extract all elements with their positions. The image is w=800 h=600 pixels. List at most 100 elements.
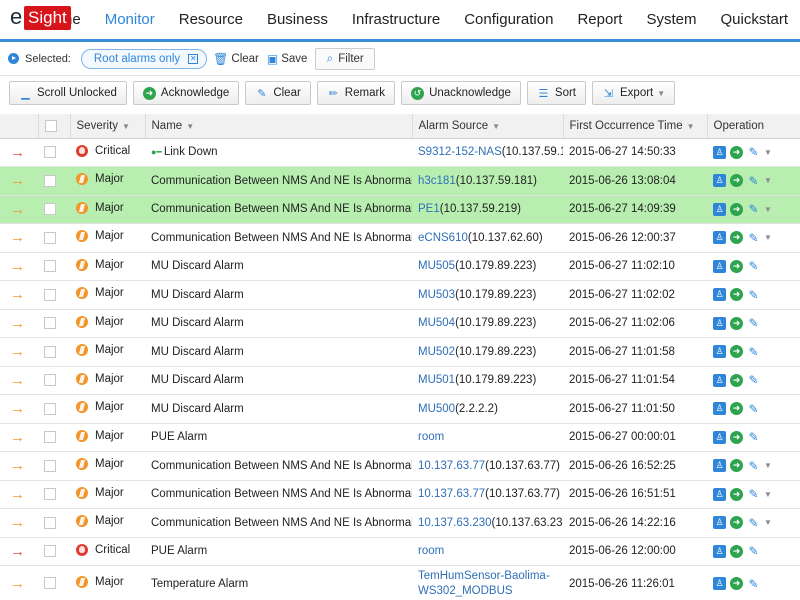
row-checkbox[interactable] <box>44 231 56 244</box>
alarm-table-container[interactable]: Severity ▼ Name ▼ Alarm Source ▼ First Occu… <box>0 114 800 600</box>
eraser-icon[interactable]: ✎ <box>747 259 760 273</box>
chevron-down-icon[interactable]: ▼ <box>764 516 772 529</box>
user-icon[interactable]: ♙ <box>713 259 726 273</box>
go-arrow-icon[interactable]: ➜ <box>730 259 743 273</box>
eraser-icon[interactable]: ✎ <box>747 487 760 501</box>
alarm-source-link[interactable]: S9312-152-NAS <box>418 146 502 158</box>
filter-chip-root-alarms[interactable]: Root alarms only ✕ <box>80 48 208 69</box>
row-checkbox[interactable] <box>44 288 56 301</box>
row-checkbox[interactable] <box>44 402 56 415</box>
acknowledge-button[interactable]: ➜ Acknowledge <box>132 81 240 105</box>
row-checkbox[interactable] <box>44 203 56 216</box>
alarm-source-link[interactable]: MU500 <box>418 403 455 415</box>
alarm-source-link[interactable]: PE1 <box>418 203 440 215</box>
go-arrow-icon[interactable]: ➜ <box>730 402 743 416</box>
chevron-down-icon[interactable]: ▼ <box>764 231 772 244</box>
export-button[interactable]: ⇲ Export ▼ <box>592 81 676 105</box>
go-arrow-icon[interactable]: ➜ <box>730 345 743 359</box>
scroll-unlocked-button[interactable]: ▁ Scroll Unlocked <box>9 81 127 105</box>
user-icon[interactable]: ♙ <box>713 202 726 216</box>
user-icon[interactable]: ♙ <box>713 145 726 159</box>
go-arrow-icon[interactable]: ➜ <box>730 373 743 387</box>
row-checkbox[interactable] <box>44 488 56 501</box>
row-checkbox[interactable] <box>44 345 56 358</box>
table-row[interactable]: → Major MU Discard Alarm MU505(10.179.89.22… <box>0 252 800 281</box>
user-icon[interactable]: ♙ <box>713 516 726 530</box>
close-icon[interactable]: ✕ <box>188 53 199 64</box>
alarm-source-link[interactable]: MU502 <box>418 346 455 358</box>
nav-monitor[interactable]: Monitor <box>93 0 167 41</box>
user-icon[interactable]: ♙ <box>713 430 726 444</box>
chevron-down-icon[interactable]: ▼ <box>764 459 772 472</box>
table-row[interactable]: → Major PUE Alarm room 2015-06-27 00:00:01 ♙ ➜… <box>0 423 800 452</box>
eraser-icon[interactable]: ✎ <box>747 516 760 530</box>
header-alarm-source[interactable]: Alarm Source ▼ <box>412 114 564 139</box>
expand-arrow-icon[interactable] <box>8 53 19 64</box>
user-icon[interactable]: ♙ <box>713 577 726 590</box>
user-icon[interactable]: ♙ <box>713 288 726 302</box>
chevron-down-icon[interactable]: ▼ <box>764 488 772 501</box>
sort-button[interactable]: ☰ Sort <box>526 81 586 105</box>
header-severity[interactable]: Severity ▼ <box>70 114 146 139</box>
table-row[interactable]: → Major Communication Between NMS And NE I… <box>0 480 800 509</box>
alarm-source-link[interactable]: room <box>418 431 444 443</box>
table-row[interactable]: → Major Temperature Alarm TemHumSensor-Baol… <box>0 565 800 600</box>
alarm-source-link[interactable]: MU505 <box>418 260 455 272</box>
go-arrow-icon[interactable]: ➜ <box>730 459 743 473</box>
alarm-source-link[interactable]: room <box>418 545 444 557</box>
alarm-source-link[interactable]: TemHumSensor-Baolima- <box>418 569 563 584</box>
table-row[interactable]: → Major Communication Between NMS And NE I… <box>0 166 800 196</box>
user-icon[interactable]: ♙ <box>713 487 726 501</box>
alarm-source-link[interactable]: 10.137.63.77 <box>418 460 485 472</box>
row-checkbox[interactable] <box>44 459 56 472</box>
go-arrow-icon[interactable]: ➜ <box>730 430 743 444</box>
table-row[interactable]: → Major Communication Between NMS And NE I… <box>0 223 800 253</box>
eraser-icon[interactable]: ✎ <box>747 402 760 416</box>
table-row[interactable]: → Major Communication Between NMS And NE I… <box>0 508 800 538</box>
eraser-icon[interactable]: ✎ <box>747 345 760 359</box>
eraser-icon[interactable]: ✎ <box>747 316 760 330</box>
select-all-checkbox[interactable] <box>44 119 57 132</box>
eraser-icon[interactable]: ✎ <box>747 459 760 473</box>
remark-button[interactable]: ✏ Remark <box>316 81 396 105</box>
go-arrow-icon[interactable]: ➜ <box>730 288 743 302</box>
alarm-source-link[interactable]: MU504 <box>418 317 455 329</box>
nav-infrastructure[interactable]: Infrastructure <box>340 0 452 41</box>
eraser-icon[interactable]: ✎ <box>747 202 760 216</box>
alarm-source-link[interactable]: MU501 <box>418 374 455 386</box>
row-checkbox[interactable] <box>44 146 56 159</box>
nav-business[interactable]: Business <box>255 0 340 41</box>
header-name[interactable]: Name ▼ <box>145 114 413 139</box>
row-checkbox[interactable] <box>44 577 56 590</box>
user-icon[interactable]: ♙ <box>713 345 726 359</box>
table-row[interactable]: → Major MU Discard Alarm MU503(10.179.89.22… <box>0 280 800 310</box>
row-checkbox[interactable] <box>44 545 56 558</box>
user-icon[interactable]: ♙ <box>713 402 726 416</box>
table-row[interactable]: → Major MU Discard Alarm MU500(2.2.2.2) 2015… <box>0 394 800 424</box>
go-arrow-icon[interactable]: ➜ <box>730 145 743 159</box>
row-checkbox[interactable] <box>44 317 56 330</box>
row-checkbox[interactable] <box>44 174 56 187</box>
row-checkbox[interactable] <box>44 516 56 529</box>
eraser-icon[interactable]: ✎ <box>747 288 760 302</box>
nav-report[interactable]: Report <box>565 0 634 41</box>
chevron-down-icon[interactable]: ▼ <box>764 174 772 187</box>
table-row[interactable]: → Major MU Discard Alarm MU504(10.179.89.22… <box>0 309 800 338</box>
clear-filter-button[interactable]: 🗑 Clear <box>213 52 259 66</box>
nav-quickstart[interactable]: Quickstart <box>708 0 800 41</box>
row-checkbox[interactable] <box>44 374 56 387</box>
clear-button[interactable]: ✎ Clear <box>245 81 311 105</box>
go-arrow-icon[interactable]: ➜ <box>730 174 743 188</box>
nav-configuration[interactable]: Configuration <box>452 0 565 41</box>
go-arrow-icon[interactable]: ➜ <box>730 316 743 330</box>
eraser-icon[interactable]: ✎ <box>747 430 760 444</box>
go-arrow-icon[interactable]: ➜ <box>730 231 743 245</box>
table-row[interactable]: → Major Communication Between NMS And NE I… <box>0 451 800 481</box>
user-icon[interactable]: ♙ <box>713 316 726 330</box>
go-arrow-icon[interactable]: ➜ <box>730 487 743 501</box>
eraser-icon[interactable]: ✎ <box>747 544 760 558</box>
table-row[interactable]: → Major MU Discard Alarm MU502(10.179.89.22… <box>0 337 800 367</box>
row-checkbox[interactable] <box>44 260 56 273</box>
alarm-source-link[interactable]: eCNS610 <box>418 232 468 244</box>
go-arrow-icon[interactable]: ➜ <box>730 577 743 590</box>
